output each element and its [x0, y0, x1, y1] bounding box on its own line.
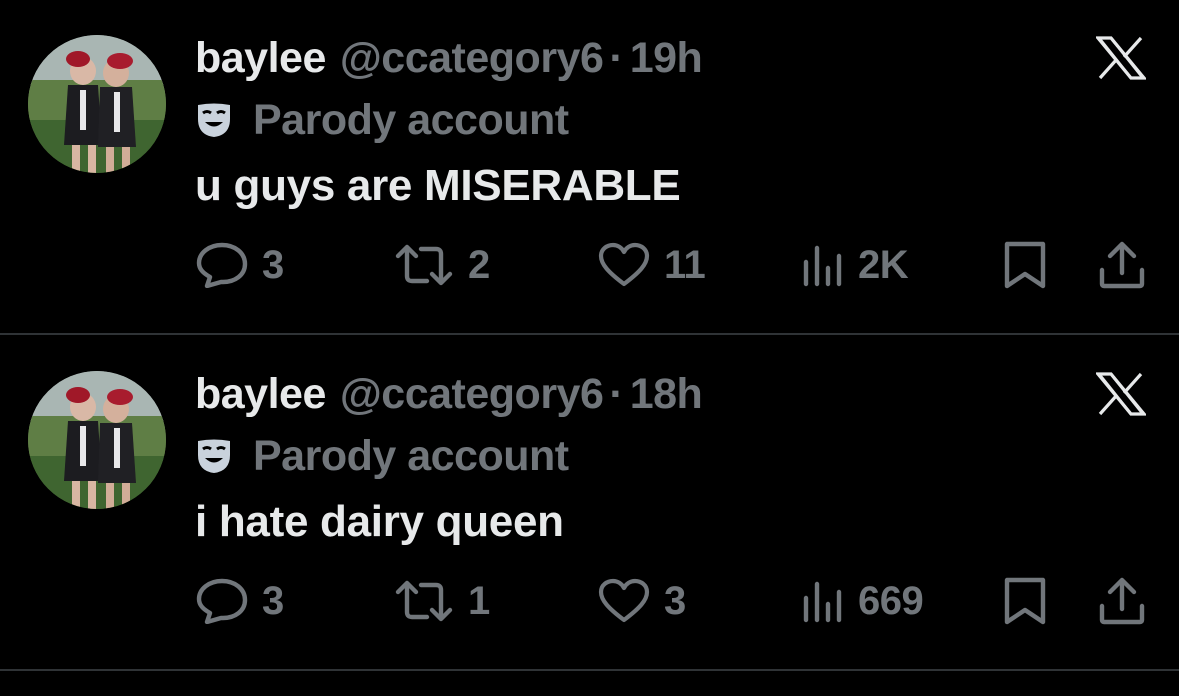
tweet-text: i hate dairy queen — [195, 497, 564, 546]
display-name[interactable]: baylee — [195, 366, 326, 422]
avatar-photo — [28, 371, 166, 509]
timestamp[interactable]: 19h — [630, 30, 703, 86]
heart-icon — [598, 242, 650, 287]
bookmark-icon — [1004, 577, 1046, 625]
tweet-actions: 3 1 3 669 — [0, 572, 1179, 630]
parody-label-text: Parody account — [253, 95, 569, 144]
x-logo-icon[interactable] — [1096, 36, 1146, 80]
repost-button[interactable]: 2 — [394, 236, 490, 294]
tweet-divider — [0, 333, 1179, 335]
reply-count: 3 — [262, 242, 284, 287]
user-handle[interactable]: @ccategory6 — [340, 366, 604, 422]
views-count: 2K — [858, 242, 909, 287]
share-button[interactable] — [1098, 236, 1146, 294]
share-icon — [1099, 577, 1145, 625]
analytics-bars-icon — [803, 245, 842, 287]
avatar-photo — [28, 35, 166, 173]
views-count: 669 — [858, 578, 924, 623]
analytics-bars-icon — [803, 581, 842, 623]
like-button[interactable]: 3 — [598, 572, 686, 630]
bookmark-button[interactable] — [1002, 572, 1048, 630]
tweet[interactable]: baylee @ccategory6 · 19h Parody account … — [0, 0, 1179, 333]
repost-icon — [395, 580, 453, 622]
share-button[interactable] — [1098, 572, 1146, 630]
parody-label: Parody account — [195, 430, 569, 482]
like-count: 11 — [664, 242, 706, 287]
bookmark-icon — [1004, 241, 1046, 289]
avatar[interactable] — [28, 371, 166, 509]
separator-dot: · — [609, 34, 624, 82]
heart-icon — [598, 578, 650, 623]
reply-button[interactable]: 3 — [196, 236, 284, 294]
repost-button[interactable]: 1 — [394, 572, 490, 630]
user-handle[interactable]: @ccategory6 — [340, 30, 604, 86]
separator-dot: · — [609, 370, 624, 418]
reply-icon — [196, 242, 248, 288]
repost-count: 2 — [468, 242, 490, 287]
parody-label: Parody account — [195, 94, 569, 146]
share-icon — [1099, 241, 1145, 289]
reply-count: 3 — [262, 578, 284, 623]
parody-mask-icon — [198, 439, 230, 473]
timestamp[interactable]: 18h — [630, 366, 703, 422]
tweet-header: baylee @ccategory6 · 18h — [195, 366, 703, 422]
repost-icon — [395, 244, 453, 286]
parody-label-text: Parody account — [253, 431, 569, 480]
tweet-actions: 3 2 11 2K — [0, 236, 1179, 294]
bookmark-button[interactable] — [1002, 236, 1048, 294]
x-logo-icon[interactable] — [1096, 372, 1146, 416]
display-name[interactable]: baylee — [195, 30, 326, 86]
like-count: 3 — [664, 578, 686, 623]
reply-icon — [196, 578, 248, 624]
tweet-divider — [0, 669, 1179, 671]
avatar[interactable] — [28, 35, 166, 173]
reply-button[interactable]: 3 — [196, 572, 284, 630]
like-button[interactable]: 11 — [598, 236, 706, 294]
tweet-text: u guys are MISERABLE — [195, 161, 681, 210]
repost-count: 1 — [468, 578, 490, 623]
views-button[interactable]: 2K — [800, 236, 909, 294]
parody-mask-icon — [198, 103, 230, 137]
tweet[interactable]: baylee @ccategory6 · 18h Parody account … — [0, 336, 1179, 669]
tweet-header: baylee @ccategory6 · 19h — [195, 30, 703, 86]
views-button[interactable]: 669 — [800, 572, 924, 630]
